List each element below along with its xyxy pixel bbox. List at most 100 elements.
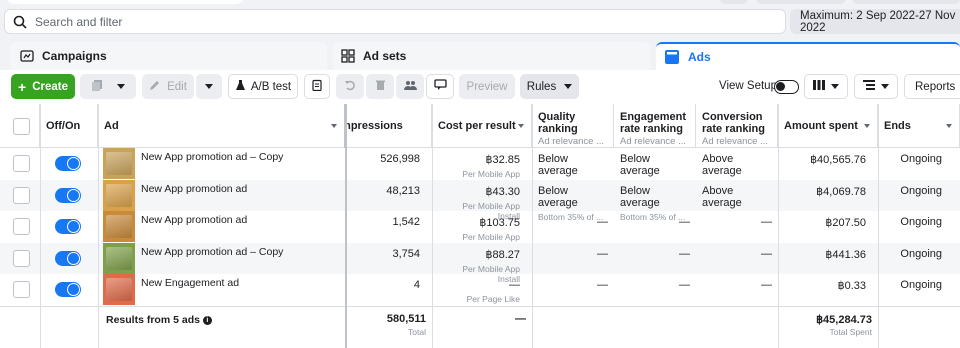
- column-divider: [98, 104, 99, 348]
- cost-per-result-cell: ฿88.27 Per Mobile App Install: [462, 248, 520, 284]
- header-ad[interactable]: Ad: [98, 104, 346, 148]
- toggle-knob: [68, 189, 79, 201]
- pencil-icon: [149, 79, 161, 94]
- rules-button[interactable]: Rules: [520, 74, 579, 99]
- view-setup-toggle[interactable]: [774, 80, 799, 94]
- toggle-knob: [68, 284, 79, 296]
- engagement-ranking-cell: —: [679, 216, 690, 229]
- top-strip: [0, 0, 960, 6]
- header-quality-label: Quality ranking: [538, 111, 578, 135]
- table-row[interactable]: New App promotion ad 48,213 ฿43.30 Per Mo…: [0, 179, 960, 222]
- ad-on-off-toggle[interactable]: [55, 250, 81, 266]
- search-input[interactable]: [35, 14, 735, 29]
- trash-icon: [375, 79, 386, 94]
- top-pill: [756, 0, 846, 4]
- totals-impressions-sub: Total: [408, 327, 426, 337]
- column-divider: [432, 104, 433, 348]
- comment-icon: [433, 79, 447, 94]
- thumbnail-art: [106, 246, 132, 270]
- ends-cell: Ongoing: [900, 184, 942, 197]
- ends-cell: Ongoing: [900, 153, 942, 165]
- assign-people-button[interactable]: [396, 74, 424, 99]
- tab-ad-sets[interactable]: Ad sets: [333, 42, 650, 70]
- delete-button[interactable]: [366, 74, 394, 99]
- reports-button[interactable]: Reports: [904, 74, 960, 99]
- edit-button[interactable]: Edit: [142, 74, 194, 99]
- ad-thumbnail: [103, 179, 135, 211]
- tab-ad-sets-label: Ad sets: [363, 49, 407, 63]
- totals-spent: ฿45,284.73: [816, 314, 872, 326]
- ad-on-off-toggle[interactable]: [55, 219, 81, 235]
- conversion-ranking-cell: —: [761, 216, 772, 229]
- header-cost-per-result[interactable]: Cost per result: [432, 104, 532, 148]
- ad-thumbnail: [103, 148, 135, 179]
- header-ad-label: Ad: [104, 120, 119, 132]
- columns-button[interactable]: [804, 74, 848, 99]
- toolbar: + Create Edit A/B test Preview Rules Vie…: [0, 70, 960, 104]
- flask-icon: [235, 79, 246, 94]
- tab-campaigns[interactable]: Campaigns: [10, 42, 327, 70]
- ad-name-link[interactable]: New App promotion ad – Copy: [141, 246, 283, 258]
- ad-thumbnail: [103, 274, 135, 306]
- select-all-checkbox[interactable]: [13, 118, 30, 135]
- comment-button[interactable]: [426, 74, 454, 99]
- preview-label: Preview: [466, 80, 508, 93]
- amount-spent-cell: ฿4,069.78: [816, 185, 866, 198]
- table-row[interactable]: New App promotion ad 1,542 ฿103.75 Per Mo…: [0, 211, 960, 252]
- create-button[interactable]: + Create: [11, 74, 75, 99]
- cost-per-result-cell: ฿103.75Per Mobile App Install: [462, 217, 520, 252]
- row-checkbox[interactable]: [13, 249, 30, 267]
- create-label: Create: [32, 80, 68, 93]
- ad-on-off-toggle[interactable]: [55, 282, 81, 298]
- date-range-picker[interactable]: Maximum: 2 Sep 2022-27 Nov 2022: [790, 9, 960, 34]
- tab-ads-label: Ads: [688, 50, 711, 64]
- header-conversion-label: Conversion rate ranking: [702, 111, 765, 135]
- preview-button[interactable]: Preview: [459, 74, 515, 99]
- row-checkbox[interactable]: [13, 155, 30, 172]
- row-checkbox[interactable]: [13, 186, 30, 204]
- breakdown-button[interactable]: [854, 74, 898, 99]
- header-engagement-ranking[interactable]: Engagement rate ranking Ad relevance ...: [614, 104, 696, 148]
- undo-icon: [344, 79, 356, 94]
- clipboard-button[interactable]: [304, 74, 330, 99]
- header-conversion-ranking[interactable]: Conversion rate ranking Ad relevance ...: [696, 104, 778, 148]
- header-impressions[interactable]: Impressions: [346, 104, 432, 148]
- ad-name-link[interactable]: New App promotion ad: [141, 214, 247, 226]
- conversion-ranking-cell: —: [761, 247, 772, 260]
- quality-ranking-cell: —: [597, 279, 608, 292]
- header-quality-ranking[interactable]: Quality ranking Ad relevance ...: [532, 104, 614, 148]
- thumbnail-art: [106, 278, 132, 302]
- engagement-ranking-cell: —: [679, 279, 690, 292]
- row-checkbox[interactable]: [13, 218, 30, 236]
- amount-spent-cell: ฿40,565.76: [810, 154, 866, 166]
- ad-name-link[interactable]: New App promotion ad – Copy: [141, 151, 283, 163]
- ab-test-label: A/B test: [250, 80, 292, 93]
- table-row[interactable]: New Engagement ad 4 — Per Page Like — — —…: [0, 274, 960, 306]
- header-ends[interactable]: Ends: [878, 104, 960, 148]
- duplicate-button[interactable]: [80, 74, 136, 99]
- header-off-on[interactable]: Off/On: [40, 104, 98, 148]
- engagement-ranking-cell: —: [679, 247, 690, 260]
- column-divider: [40, 104, 41, 348]
- table-row[interactable]: New App promotion ad – Copy 3,754 ฿88.27…: [0, 242, 960, 284]
- table-row[interactable]: New App promotion ad – Copy 526,998 ฿32.…: [0, 148, 960, 190]
- folder-icon: [20, 49, 34, 63]
- quality-ranking-cell: —: [597, 247, 608, 260]
- select-all-cell: [0, 104, 40, 148]
- ab-test-button[interactable]: A/B test: [228, 74, 298, 99]
- sort-caret-icon: [864, 124, 870, 128]
- ad-name-link[interactable]: New App promotion ad: [141, 183, 247, 195]
- plus-icon: +: [18, 78, 27, 95]
- row-checkbox[interactable]: [13, 281, 30, 299]
- totals-spent-sub: Total Spent: [829, 327, 872, 337]
- search-bar[interactable]: [4, 9, 786, 34]
- ad-on-off-toggle[interactable]: [55, 187, 81, 203]
- cost-per-result-cell: ฿43.30 Per Mobile App Install: [462, 185, 520, 221]
- header-cost-label: Cost per result: [438, 120, 516, 132]
- header-amount-spent[interactable]: Amount spent: [778, 104, 878, 148]
- ad-on-off-toggle[interactable]: [55, 156, 81, 171]
- edit-dropdown-button[interactable]: [196, 74, 222, 99]
- tab-ads[interactable]: Ads: [656, 42, 960, 70]
- undo-button[interactable]: [336, 74, 364, 99]
- ad-name-link[interactable]: New Engagement ad: [141, 277, 239, 289]
